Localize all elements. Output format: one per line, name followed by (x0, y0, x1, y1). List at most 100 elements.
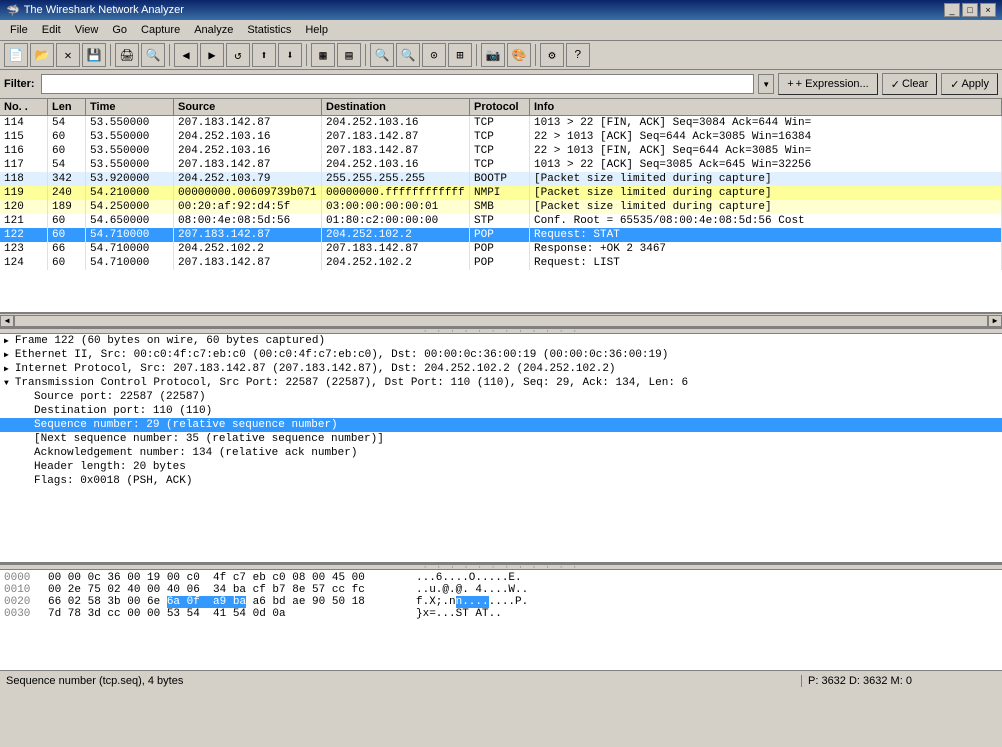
col-header-proto[interactable]: Protocol (470, 99, 530, 115)
packet-cell: 204.252.103.16 (322, 116, 470, 130)
col-header-info[interactable]: Info (530, 99, 1002, 115)
packet-cell: 207.183.142.87 (174, 158, 322, 172)
packet-row[interactable]: 11834253.920000204.252.103.79255.255.255… (0, 172, 1002, 186)
expression-button[interactable]: + + Expression... (778, 73, 878, 95)
zoom-out-button[interactable]: 🔍 (396, 43, 420, 67)
zoom-reset-button[interactable]: ⊙ (422, 43, 446, 67)
detail-row[interactable]: Destination port: 110 (110) (0, 404, 1002, 418)
detail-row[interactable]: [Next sequence number: 35 (relative sequ… (0, 432, 1002, 446)
packet-cell: 207.183.142.87 (174, 116, 322, 130)
expand-triangle[interactable]: ▶ (4, 364, 9, 374)
back-button[interactable]: ◀ (174, 43, 198, 67)
detail-text: Flags: 0x0018 (PSH, ACK) (34, 475, 192, 487)
packet-cell: 189 (48, 200, 86, 214)
close-button2[interactable]: ✕ (56, 43, 80, 67)
menu-capture[interactable]: Capture (135, 22, 186, 38)
down-button[interactable]: ⬇ (278, 43, 302, 67)
col-header-time[interactable]: Time (86, 99, 174, 115)
packet-row[interactable]: 1175453.550000207.183.142.87204.252.103.… (0, 158, 1002, 172)
reload-button[interactable]: ↺ (226, 43, 250, 67)
detail-row[interactable]: Header length: 20 bytes (0, 460, 1002, 474)
packet-row[interactable]: 1216054.65000008:00:4e:08:5d:5601:80:c2:… (0, 214, 1002, 228)
packet-cell: 1013 > 22 [FIN, ACK] Seq=3084 Ack=644 Wi… (530, 116, 1002, 130)
col-header-no[interactable]: No. . (0, 99, 48, 115)
packet-cell: 22 > 1013 [FIN, ACK] Seq=644 Ack=3085 Wi… (530, 144, 1002, 158)
menu-help[interactable]: Help (299, 22, 334, 38)
packet-row[interactable]: 1156053.550000204.252.103.16207.183.142.… (0, 130, 1002, 144)
hex-dump[interactable]: 0000 00 00 0c 36 00 19 00 c0 4f c7 eb c0… (0, 570, 1002, 670)
filter-dropdown[interactable]: ▼ (758, 74, 774, 94)
packet-row[interactable]: 1226054.710000207.183.142.87204.252.102.… (0, 228, 1002, 242)
detail-row[interactable]: Flags: 0x0018 (PSH, ACK) (0, 474, 1002, 488)
packet-cell: 1013 > 22 [ACK] Seq=3085 Ack=645 Win=322… (530, 158, 1002, 172)
detail-row[interactable]: Sequence number: 29 (relative sequence n… (0, 418, 1002, 432)
status-right: P: 3632 D: 3632 M: 0 (802, 675, 1002, 687)
print-button[interactable]: 🖨 (115, 43, 139, 67)
scroll-right-button[interactable]: ▶ (988, 315, 1002, 327)
menu-analyze[interactable]: Analyze (188, 22, 239, 38)
h-scrollbar-track[interactable] (14, 315, 988, 327)
apply-button[interactable]: ✓ Apply (941, 73, 998, 95)
color-button[interactable]: 🎨 (507, 43, 531, 67)
menu-go[interactable]: Go (106, 22, 133, 38)
packet-row[interactable]: 1145453.550000207.183.142.87204.252.103.… (0, 116, 1002, 130)
detail-row[interactable]: ▶ Ethernet II, Src: 00:c0:4f:c7:eb:c0 (00… (0, 348, 1002, 362)
col-header-len[interactable]: Len (48, 99, 86, 115)
packet-row[interactable]: 1246054.710000207.183.142.87204.252.102.… (0, 256, 1002, 270)
packet-cell: 240 (48, 186, 86, 200)
minimize-button[interactable]: _ (944, 3, 960, 17)
new-button[interactable]: 📄 (4, 43, 28, 67)
menu-file[interactable]: File (4, 22, 34, 38)
packet-cell: 115 (0, 130, 48, 144)
menu-edit[interactable]: Edit (36, 22, 67, 38)
expand-triangle[interactable]: ▶ (4, 350, 9, 360)
packet-cell: 53.550000 (86, 130, 174, 144)
zoom-alt-button[interactable]: ▤ (337, 43, 361, 67)
expand-triangle[interactable]: ▶ (4, 336, 9, 346)
prefs-button[interactable]: ⚙ (540, 43, 564, 67)
filter-input[interactable] (41, 74, 755, 94)
packet-cell: 114 (0, 116, 48, 130)
expand-triangle[interactable]: ▼ (4, 379, 9, 388)
packet-row[interactable]: 1166053.550000204.252.103.16207.183.142.… (0, 144, 1002, 158)
detail-row[interactable]: Acknowledgement number: 134 (relative ac… (0, 446, 1002, 460)
packet-details[interactable]: ▶Frame 122 (60 bytes on wire, 60 bytes c… (0, 334, 1002, 564)
scroll-left-button[interactable]: ◀ (0, 315, 14, 327)
packet-list-container: No. . Len Time Source Destination Protoc… (0, 99, 1002, 314)
stop-button[interactable]: ⬆ (252, 43, 276, 67)
col-header-dst[interactable]: Destination (322, 99, 470, 115)
zoom-in-button[interactable]: 🔍 (370, 43, 394, 67)
detail-row[interactable]: ▼ Transmission Control Protocol, Src Port… (0, 376, 1002, 390)
packet-cell: 54.210000 (86, 186, 174, 200)
title-bar-left: 🦈 The Wireshark Network Analyzer (6, 4, 184, 17)
detail-text: Transmission Control Protocol, Src Port:… (15, 377, 688, 389)
zoom-fit-button[interactable]: ▦ (311, 43, 335, 67)
packet-row[interactable]: 12018954.25000000:20:af:92:d4:5f03:00:00… (0, 200, 1002, 214)
sep6 (535, 44, 536, 66)
menu-view[interactable]: View (69, 22, 105, 38)
detail-row[interactable]: ▶Frame 122 (60 bytes on wire, 60 bytes c… (0, 334, 1002, 348)
menu-statistics[interactable]: Statistics (241, 22, 297, 38)
packet-cell: 53.920000 (86, 172, 174, 186)
detail-text: Ethernet II, Src: 00:c0:4f:c7:eb:c0 (00:… (15, 349, 669, 361)
detail-row[interactable]: Source port: 22587 (22587) (0, 390, 1002, 404)
packet-row[interactable]: 1236654.710000204.252.102.2207.183.142.8… (0, 242, 1002, 256)
open-button[interactable]: 📂 (30, 43, 54, 67)
packet-cell: POP (470, 228, 530, 242)
forward-button[interactable]: ▶ (200, 43, 224, 67)
packet-row[interactable]: 11924054.21000000000000.00609739b0710000… (0, 186, 1002, 200)
maximize-button[interactable]: □ (962, 3, 978, 17)
zoom-extra-button[interactable]: ⊞ (448, 43, 472, 67)
hex-highlight-ascii: n.... (456, 596, 489, 608)
col-header-src[interactable]: Source (174, 99, 322, 115)
hex-row-2: 0020 66 02 58 3b 00 6e 6a 0f a9 ba a6 bd… (4, 596, 998, 608)
save-button[interactable]: 💾 (82, 43, 106, 67)
packet-list-body[interactable]: 1145453.550000207.183.142.87204.252.103.… (0, 116, 1002, 309)
packet-cell: 120 (0, 200, 48, 214)
detail-row[interactable]: ▶Internet Protocol, Src: 207.183.142.87 … (0, 362, 1002, 376)
help-toolbar-button[interactable]: ? (566, 43, 590, 67)
clear-button[interactable]: ✓ Clear (882, 73, 938, 95)
capture-button[interactable]: 📷 (481, 43, 505, 67)
close-button[interactable]: × (980, 3, 996, 17)
find-button[interactable]: 🔍 (141, 43, 165, 67)
